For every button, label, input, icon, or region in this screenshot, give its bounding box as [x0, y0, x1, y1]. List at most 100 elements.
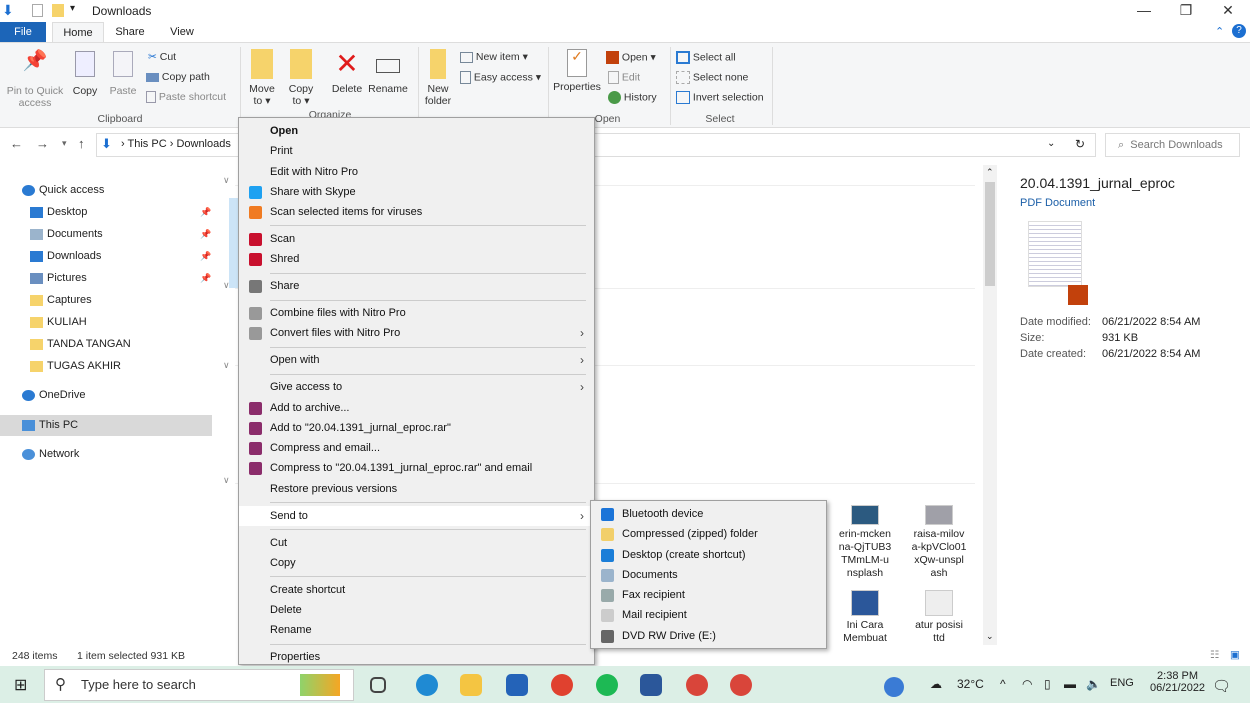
- nav-item-network[interactable]: Network: [0, 444, 212, 465]
- menu-item-add-to-20-04-1391-jurnal-eproc-rar[interactable]: Add to "20.04.1391_jurnal_eproc.rar": [239, 418, 594, 438]
- minimize-button[interactable]: —: [1122, 0, 1166, 22]
- up-button[interactable]: ↑: [78, 136, 85, 151]
- menu-item-share[interactable]: Share: [239, 276, 594, 296]
- new-folder-qat-icon[interactable]: [52, 4, 64, 17]
- taskbar-app-word-icon[interactable]: [640, 674, 662, 696]
- maximize-button[interactable]: ❐: [1164, 0, 1208, 22]
- recent-locations-button[interactable]: ▾: [62, 138, 67, 149]
- refresh-button[interactable]: ↻: [1075, 137, 1085, 151]
- menu-item-rename[interactable]: Rename: [239, 620, 594, 640]
- menu-item-compress-to-20-04-1391-jurnal-eproc-rar-and-email[interactable]: Compress to "20.04.1391_jurnal_eproc.rar…: [239, 458, 594, 478]
- nav-item-kuliah[interactable]: KULIAH: [0, 312, 212, 333]
- nav-item-captures[interactable]: Captures: [0, 290, 212, 311]
- details-view-button[interactable]: ☷: [1210, 649, 1219, 661]
- volume-icon[interactable]: 🔈: [1086, 677, 1101, 691]
- battery-icon[interactable]: ▬: [1064, 677, 1076, 691]
- file-item[interactable]: atur posisi ttd: [904, 590, 974, 645]
- nav-item-this-pc[interactable]: This PC: [0, 415, 212, 436]
- group-collapse-icon[interactable]: ∨: [223, 175, 230, 186]
- menu-item-shred[interactable]: Shred: [239, 249, 594, 269]
- menu-item-give-access-to[interactable]: Give access to ›: [239, 377, 594, 397]
- paste-shortcut-button[interactable]: Paste shortcut: [146, 91, 226, 104]
- menu-item-mail-recipient[interactable]: Mail recipient: [591, 605, 826, 625]
- menu-item-combine-files-with-nitro-pro[interactable]: Combine files with Nitro Pro: [239, 303, 594, 323]
- nav-item-tugas-akhir[interactable]: TUGAS AKHIR: [0, 356, 212, 377]
- nav-item-quick-access[interactable]: Quick access: [0, 180, 212, 201]
- menu-item-copy[interactable]: Copy: [239, 553, 594, 573]
- scroll-up-icon[interactable]: ⌃: [986, 167, 994, 178]
- copy-button[interactable]: Copy: [70, 51, 100, 97]
- cut-button[interactable]: ✂ Cut: [148, 51, 176, 63]
- windows-start-icon[interactable]: ⊞: [14, 675, 27, 695]
- taskbar-app-store-icon[interactable]: [506, 674, 528, 696]
- menu-item-documents[interactable]: Documents: [591, 565, 826, 585]
- menu-item-bluetooth-device[interactable]: Bluetooth device: [591, 504, 826, 524]
- group-collapse-icon[interactable]: ∨: [223, 475, 230, 486]
- breadcrumb-this-pc[interactable]: This PC: [128, 138, 167, 150]
- help-icon[interactable]: ?: [1232, 24, 1246, 38]
- paste-button[interactable]: Paste: [108, 51, 138, 97]
- meet-now-icon[interactable]: ▯: [1044, 677, 1051, 691]
- nav-item-downloads[interactable]: Downloads 📌: [0, 246, 212, 267]
- taskbar-app-spotify-icon[interactable]: [596, 674, 618, 696]
- tab-view[interactable]: View: [162, 22, 202, 42]
- menu-item-open-with[interactable]: Open with ›: [239, 350, 594, 370]
- move-to-button[interactable]: Move to ▾: [246, 49, 278, 107]
- history-button[interactable]: History: [608, 91, 657, 104]
- menu-item-compressed-zipped-folder[interactable]: Compressed (zipped) folder: [591, 524, 826, 544]
- menu-item-convert-files-with-nitro-pro[interactable]: Convert files with Nitro Pro ›: [239, 323, 594, 343]
- group-collapse-icon[interactable]: ∨: [223, 360, 230, 371]
- menu-item-fax-recipient[interactable]: Fax recipient: [591, 585, 826, 605]
- show-hidden-icons-button[interactable]: ^: [1000, 677, 1006, 691]
- address-dropdown-icon[interactable]: ⌄: [1047, 138, 1055, 149]
- menu-item-share-with-skype[interactable]: Share with Skype: [239, 182, 594, 202]
- large-icons-view-button[interactable]: ▣: [1230, 649, 1240, 661]
- nav-item-pictures[interactable]: Pictures 📌: [0, 268, 212, 289]
- taskbar-search-input[interactable]: ⚲ Type here to search: [44, 669, 354, 701]
- notifications-icon[interactable]: 🗨: [1212, 677, 1231, 695]
- pin-icon[interactable]: 📌: [200, 224, 211, 245]
- menu-item-print[interactable]: Print: [239, 141, 594, 161]
- select-all-button[interactable]: Select all: [676, 51, 736, 64]
- tab-home[interactable]: Home: [52, 22, 104, 42]
- wifi-icon[interactable]: ◠: [1022, 677, 1032, 691]
- scrollbar-thumb[interactable]: [985, 182, 995, 286]
- taskbar-app-task-view-icon[interactable]: [370, 677, 386, 693]
- pin-icon[interactable]: 📌: [200, 202, 211, 223]
- pin-icon[interactable]: 📌: [200, 268, 211, 289]
- forward-button[interactable]: →: [36, 136, 49, 151]
- menu-item-scan[interactable]: Scan: [239, 229, 594, 249]
- back-button[interactable]: ←: [10, 136, 23, 151]
- menu-item-add-to-archive[interactable]: Add to archive...: [239, 398, 594, 418]
- scroll-down-icon[interactable]: ⌄: [986, 631, 994, 642]
- nav-item-onedrive[interactable]: OneDrive: [0, 385, 212, 406]
- weather-icon[interactable]: ☁: [930, 677, 942, 691]
- menu-item-edit-with-nitro-pro[interactable]: Edit with Nitro Pro: [239, 162, 594, 182]
- qat-dropdown-icon[interactable]: ▾: [70, 3, 75, 14]
- menu-item-dvd-rw-drive-e[interactable]: DVD RW Drive (E:): [591, 626, 826, 646]
- menu-item-compress-and-email[interactable]: Compress and email...: [239, 438, 594, 458]
- menu-item-properties[interactable]: Properties: [239, 647, 594, 667]
- clock[interactable]: 2:38 PM 06/21/2022: [1150, 670, 1205, 694]
- easy-access-button[interactable]: Easy access ▾: [460, 71, 541, 84]
- menu-item-restore-previous-versions[interactable]: Restore previous versions: [239, 479, 594, 499]
- menu-item-open[interactable]: Open: [239, 121, 594, 141]
- menu-item-delete[interactable]: Delete: [239, 600, 594, 620]
- menu-item-cut[interactable]: Cut: [239, 533, 594, 553]
- language-indicator[interactable]: ENG: [1110, 677, 1134, 689]
- pin-icon[interactable]: 📌: [200, 246, 211, 267]
- delete-button[interactable]: ✕ Delete: [330, 49, 364, 96]
- copy-path-button[interactable]: Copy path: [146, 71, 210, 83]
- weather-temperature[interactable]: 32°C: [957, 677, 984, 691]
- rename-button[interactable]: Rename: [368, 49, 408, 95]
- taskbar-app-chrome-icon[interactable]: [551, 674, 573, 696]
- breadcrumb-downloads[interactable]: Downloads: [176, 138, 230, 150]
- edit-button[interactable]: Edit: [608, 71, 640, 84]
- file-item[interactable]: Ini Cara Membuat: [830, 590, 900, 645]
- ribbon-collapse-icon[interactable]: ⌃: [1215, 25, 1224, 38]
- taskbar-app-chrome-profile-1-icon[interactable]: [686, 674, 708, 696]
- file-item[interactable]: raisa-milov a-kpVClo01 xQw-unspl ash: [904, 505, 974, 580]
- tab-share[interactable]: Share: [110, 22, 150, 42]
- menu-item-create-shortcut[interactable]: Create shortcut: [239, 580, 594, 600]
- close-button[interactable]: ✕: [1206, 0, 1250, 22]
